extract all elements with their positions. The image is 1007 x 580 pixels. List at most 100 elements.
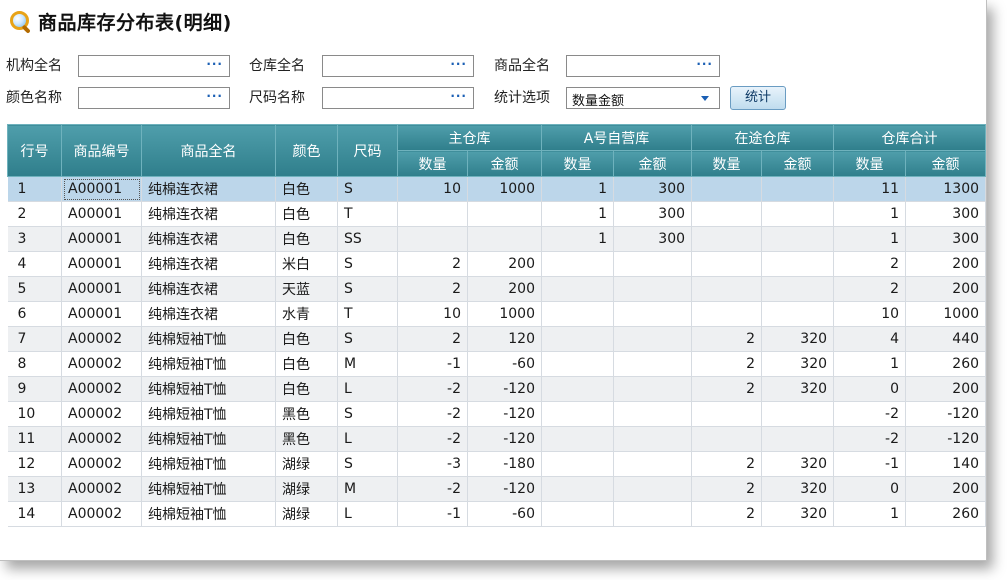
cell-total-amt[interactable]: 260 (905, 351, 986, 377)
cell-total-amt[interactable]: -120 (905, 401, 986, 427)
table-row[interactable]: 6 A00001 纯棉连衣裙 水青 T 10 1000 10 1000 (7, 301, 986, 327)
cell-a-qty[interactable] (541, 451, 614, 477)
header-amt[interactable]: 金额 (467, 150, 542, 177)
cell-name[interactable]: 纯棉短袖T恤 (141, 401, 276, 427)
cell-transit-qty[interactable] (691, 201, 763, 227)
cell-a-qty[interactable]: 1 (541, 201, 614, 227)
cell-a-qty[interactable] (541, 476, 614, 502)
cell-color[interactable]: 白色 (275, 176, 338, 202)
cell-a-qty[interactable] (541, 276, 614, 302)
stat-button[interactable]: 统计 (730, 86, 786, 110)
cell-total-amt[interactable]: 260 (905, 501, 986, 527)
header-qty[interactable]: 数量 (541, 150, 614, 177)
table-row[interactable]: 2 A00001 纯棉连衣裙 白色 T 1 300 1 300 (7, 201, 986, 227)
cell-main-amt[interactable]: -120 (467, 476, 542, 502)
cell-transit-amt[interactable]: 320 (761, 376, 835, 402)
cell-size[interactable]: L (337, 376, 398, 402)
cell-total-qty[interactable]: 1 (833, 351, 907, 377)
cell-transit-amt[interactable]: 320 (761, 501, 835, 527)
product-browse-icon[interactable]: ··· (696, 57, 713, 71)
table-row[interactable]: 1 A00001 纯棉连衣裙 白色 S 10 1000 1 300 11 130… (7, 176, 986, 202)
header-group-transit[interactable]: 在途仓库 (691, 124, 835, 151)
size-field[interactable]: ··· (322, 87, 474, 109)
cell-a-amt[interactable]: 300 (613, 226, 693, 252)
cell-name[interactable]: 纯棉短袖T恤 (141, 501, 276, 527)
cell-total-qty[interactable]: 1 (833, 201, 907, 227)
cell-main-qty[interactable]: -2 (397, 426, 468, 452)
table-row[interactable]: 11 A00002 纯棉短袖T恤 黑色 L -2 -120 -2 -120 (7, 426, 986, 452)
cell-a-qty[interactable] (541, 301, 614, 327)
cell-a-qty[interactable] (541, 401, 614, 427)
cell-size[interactable]: T (337, 301, 398, 327)
table-row[interactable]: 3 A00001 纯棉连衣裙 白色 SS 1 300 1 300 (7, 226, 986, 252)
cell-code[interactable]: A00001 (61, 226, 142, 252)
header-qty[interactable]: 数量 (691, 150, 763, 177)
cell-main-qty[interactable]: -1 (397, 501, 468, 527)
cell-total-qty[interactable]: 1 (833, 226, 907, 252)
warehouse-field[interactable]: ··· (322, 55, 474, 77)
cell-size[interactable]: L (337, 426, 398, 452)
cell-main-qty[interactable]: -1 (397, 351, 468, 377)
cell-code[interactable]: A00001 (61, 301, 142, 327)
table-row[interactable]: 12 A00002 纯棉短袖T恤 湖绿 S -3 -180 2 320 -1 1… (7, 451, 986, 477)
header-row-no[interactable]: 行号 (7, 124, 62, 177)
cell-total-qty[interactable]: 0 (833, 376, 907, 402)
cell-main-qty[interactable]: 10 (397, 301, 468, 327)
cell-size[interactable]: S (337, 401, 398, 427)
product-field[interactable]: ··· (566, 55, 720, 77)
cell-total-qty[interactable]: 2 (833, 276, 907, 302)
cell-total-amt[interactable]: -120 (905, 426, 986, 452)
cell-code[interactable]: A00002 (61, 476, 142, 502)
cell-transit-qty[interactable]: 2 (691, 351, 763, 377)
cell-transit-amt[interactable]: 320 (761, 451, 835, 477)
cell-total-qty[interactable]: 4 (833, 326, 907, 352)
cell-transit-qty[interactable] (691, 401, 763, 427)
cell-total-amt[interactable]: 1000 (905, 301, 986, 327)
cell-size[interactable]: SS (337, 226, 398, 252)
cell-a-amt[interactable] (613, 476, 693, 502)
cell-code[interactable]: A00002 (61, 351, 142, 377)
header-amt[interactable]: 金额 (905, 150, 986, 177)
cell-color[interactable]: 天蓝 (275, 276, 338, 302)
cell-a-amt[interactable] (613, 426, 693, 452)
table-row[interactable]: 14 A00002 纯棉短袖T恤 湖绿 L -1 -60 2 320 1 260 (7, 501, 986, 527)
header-qty[interactable]: 数量 (397, 150, 468, 177)
header-group-main[interactable]: 主仓库 (397, 124, 542, 151)
cell-total-amt[interactable]: 200 (905, 276, 986, 302)
cell-total-qty[interactable]: 11 (833, 176, 907, 202)
chevron-down-icon[interactable] (701, 96, 709, 101)
header-amt[interactable]: 金额 (761, 150, 835, 177)
header-qty[interactable]: 数量 (833, 150, 907, 177)
cell-a-qty[interactable] (541, 351, 614, 377)
org-browse-icon[interactable]: ··· (206, 57, 223, 71)
table-row[interactable]: 9 A00002 纯棉短袖T恤 白色 L -2 -120 2 320 0 200 (7, 376, 986, 402)
cell-a-amt[interactable] (613, 401, 693, 427)
cell-name[interactable]: 纯棉短袖T恤 (141, 376, 276, 402)
cell-size[interactable]: S (337, 251, 398, 277)
cell-main-amt[interactable]: 200 (467, 276, 542, 302)
cell-color[interactable]: 湖绿 (275, 501, 338, 527)
cell-color[interactable]: 米白 (275, 251, 338, 277)
cell-code[interactable]: A00001 (61, 276, 142, 302)
cell-name[interactable]: 纯棉短袖T恤 (141, 326, 276, 352)
cell-color[interactable]: 湖绿 (275, 476, 338, 502)
header-group-a[interactable]: A号自营库 (540, 124, 693, 151)
cell-main-amt[interactable]: -60 (467, 351, 542, 377)
cell-transit-amt[interactable] (761, 251, 835, 277)
color-field[interactable]: ··· (78, 87, 230, 109)
cell-transit-amt[interactable] (761, 201, 835, 227)
cell-total-amt[interactable]: 200 (905, 251, 986, 277)
cell-transit-amt[interactable]: 320 (761, 351, 835, 377)
cell-main-qty[interactable]: 10 (397, 176, 468, 202)
cell-a-amt[interactable] (613, 301, 693, 327)
cell-a-qty[interactable]: 1 (541, 176, 614, 202)
cell-color[interactable]: 白色 (275, 376, 338, 402)
cell-color[interactable]: 白色 (275, 226, 338, 252)
cell-transit-qty[interactable]: 2 (691, 326, 763, 352)
cell-color[interactable]: 白色 (275, 326, 338, 352)
cell-main-amt[interactable]: -120 (467, 426, 542, 452)
table-row[interactable]: 13 A00002 纯棉短袖T恤 湖绿 M -2 -120 2 320 0 20… (7, 476, 986, 502)
stat-option-select[interactable]: 数量金额 (566, 87, 720, 109)
cell-a-qty[interactable] (541, 426, 614, 452)
header-group-total[interactable]: 仓库合计 (833, 124, 986, 151)
